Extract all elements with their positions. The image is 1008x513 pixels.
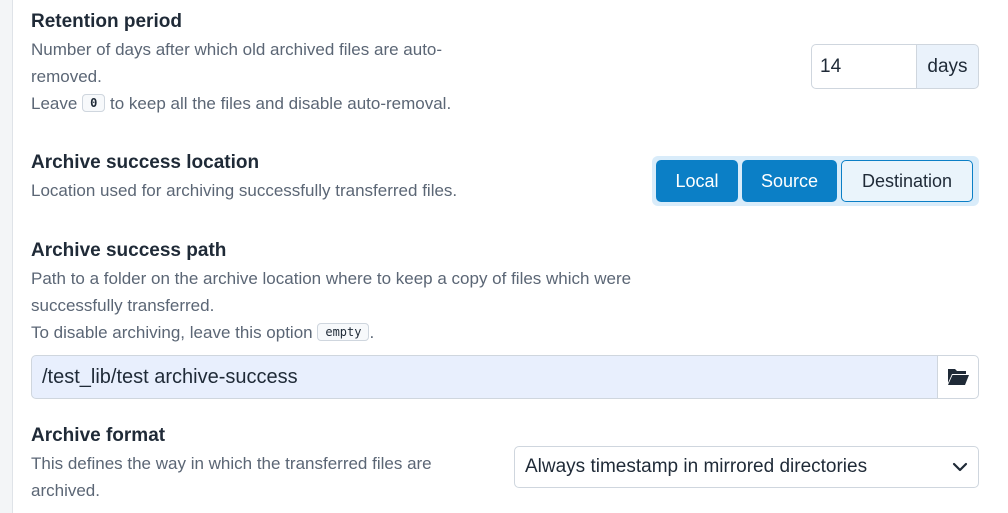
- path-desc-disable: To disable archiving, leave this option: [31, 323, 313, 342]
- retention-desc-line2: removed.: [31, 67, 102, 86]
- retention-desc-leave: Leave: [31, 94, 78, 113]
- browse-folder-button[interactable]: [937, 355, 979, 399]
- archive-format-value: Always timestamp in mirrored directories: [525, 456, 868, 477]
- location-section: Archive success location Location used f…: [31, 151, 631, 204]
- format-desc-line2: archived.: [31, 481, 100, 500]
- format-desc: This defines the way in which the transf…: [31, 450, 501, 504]
- retention-unit-addon: days: [916, 44, 979, 89]
- path-title: Archive success path: [31, 240, 227, 261]
- retention-section: Retention period Number of days after wh…: [31, 10, 631, 117]
- retention-title: Retention period: [31, 11, 182, 32]
- format-desc-line1: This defines the way in which the transf…: [31, 454, 432, 473]
- retention-days-input[interactable]: [811, 44, 916, 89]
- location-desc: Location used for archiving successfully…: [31, 181, 458, 200]
- retention-desc-line1: Number of days after which old archived …: [31, 40, 443, 59]
- archive-format-select[interactable]: Always timestamp in mirrored directories: [514, 446, 979, 488]
- location-option-source[interactable]: Source: [742, 160, 837, 202]
- format-title: Archive format: [31, 425, 166, 446]
- retention-desc: Number of days after which old archived …: [31, 36, 631, 117]
- retention-input-group: days: [811, 44, 979, 89]
- path-input-group: [31, 355, 979, 399]
- location-option-local[interactable]: Local: [656, 160, 738, 202]
- settings-panel: Retention period Number of days after wh…: [12, 0, 1008, 513]
- archive-path-input[interactable]: [31, 355, 937, 399]
- path-desc: Path to a folder on the archive location…: [31, 265, 791, 346]
- path-section: Archive success path Path to a folder on…: [31, 239, 791, 346]
- zero-chip: 0: [82, 94, 106, 112]
- path-desc-line2: successfully transferred.: [31, 296, 215, 315]
- path-desc-line1: Path to a folder on the archive location…: [31, 269, 632, 288]
- format-section: Archive format This defines the way in w…: [31, 424, 501, 504]
- retention-desc-rest: to keep all the files and disable auto-r…: [110, 94, 452, 113]
- location-option-destination[interactable]: Destination: [841, 160, 973, 202]
- chevron-down-icon: [952, 462, 968, 472]
- location-segmented-control: Local Source Destination: [652, 156, 979, 206]
- path-desc-period: .: [369, 323, 375, 342]
- folder-open-icon: [948, 369, 969, 385]
- location-title: Archive success location: [31, 152, 260, 173]
- empty-chip: empty: [317, 323, 370, 341]
